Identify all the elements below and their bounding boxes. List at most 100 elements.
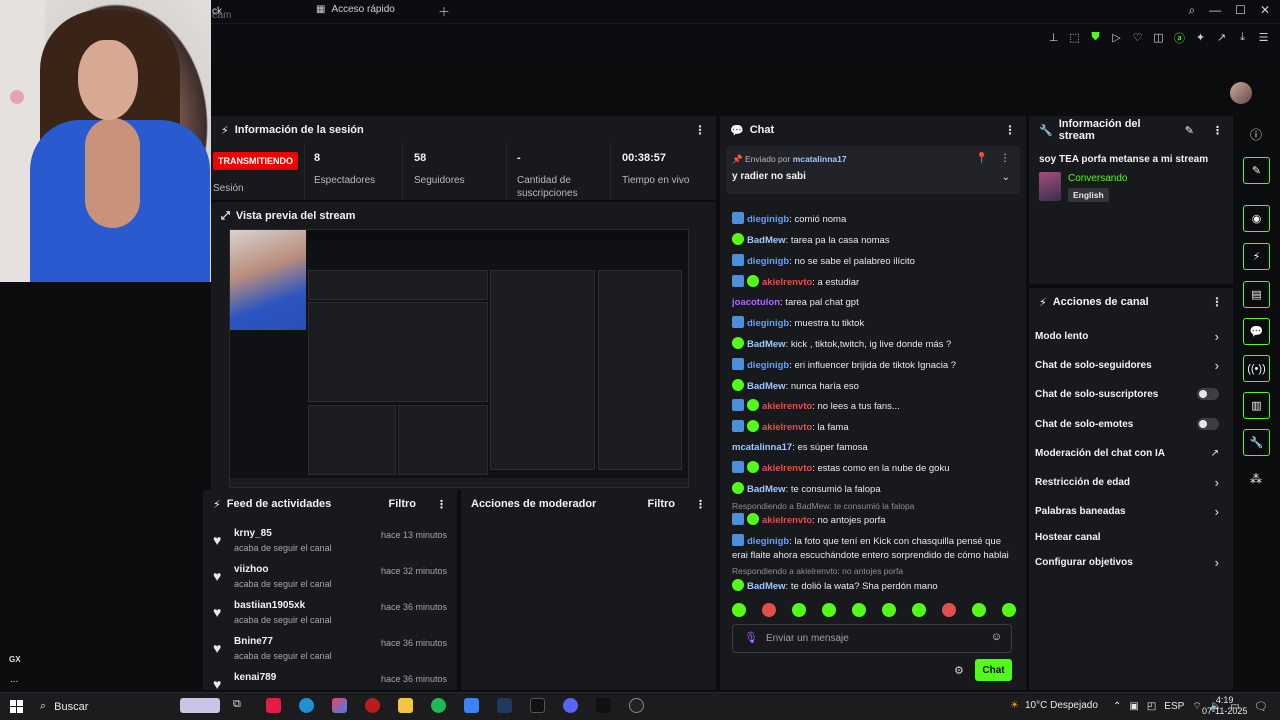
opera-gx-app-icon[interactable] bbox=[266, 698, 281, 713]
kebab-icon[interactable]: ⋮ bbox=[1004, 123, 1016, 137]
windows-start-icon[interactable] bbox=[10, 700, 23, 713]
category-name[interactable]: Conversando bbox=[1068, 173, 1127, 184]
chat-username[interactable]: dieginigb bbox=[747, 256, 789, 267]
feed-filter-button[interactable]: Filtro bbox=[389, 498, 417, 510]
clock[interactable]: 4:19 07-11-2025 bbox=[1202, 695, 1247, 717]
emoji-icon[interactable]: ☺ bbox=[991, 631, 1002, 643]
chat-username[interactable]: BadMew bbox=[747, 235, 786, 246]
gx-logo[interactable]: GX bbox=[9, 655, 21, 664]
action-slow-mode[interactable]: Modo lento › bbox=[1035, 329, 1227, 344]
emote-icon[interactable] bbox=[732, 603, 746, 617]
menu-icon[interactable]: ☰ bbox=[1257, 31, 1270, 44]
chat-username[interactable]: BadMew bbox=[747, 484, 786, 495]
steam-app-icon[interactable] bbox=[497, 698, 512, 713]
wifi-icon[interactable]: ⌔ bbox=[1192, 700, 1201, 713]
camera-icon[interactable]: ◉ bbox=[1243, 205, 1270, 232]
minimize-icon[interactable]: — bbox=[1209, 3, 1221, 18]
spotify-app-icon[interactable] bbox=[431, 698, 446, 713]
wrench-icon[interactable]: 🔧 bbox=[1243, 429, 1270, 456]
maximize-icon[interactable]: ☐ bbox=[1235, 3, 1246, 18]
task-view-icon[interactable]: ⧉ bbox=[233, 698, 248, 713]
address-text[interactable]: eam bbox=[212, 10, 231, 21]
chat-username[interactable]: akielrenvto bbox=[762, 463, 812, 474]
new-tab-button[interactable]: ＋ bbox=[438, 3, 450, 20]
action-ai-moderation[interactable]: Moderación del chat con IA ↗ bbox=[1035, 448, 1227, 459]
heart-icon[interactable]: ♡ bbox=[1131, 31, 1144, 44]
category-thumbnail[interactable] bbox=[1039, 172, 1061, 201]
opera-app-icon[interactable] bbox=[365, 698, 380, 713]
action-followers-only[interactable]: Chat de solo-seguidores › bbox=[1035, 358, 1227, 373]
unpin-icon[interactable]: 📍 bbox=[976, 153, 988, 164]
action-host-channel[interactable]: Hostear canal bbox=[1035, 532, 1227, 543]
chat-username[interactable]: mcatalinna17 bbox=[732, 442, 792, 453]
action-age-restriction[interactable]: Restricción de edad › bbox=[1035, 475, 1227, 490]
chat-username[interactable]: dieginigb bbox=[747, 214, 789, 225]
emote-icon[interactable] bbox=[762, 603, 776, 617]
kebab-icon[interactable]: ⋮ bbox=[695, 498, 706, 511]
share-icon[interactable]: ↗ bbox=[1215, 31, 1228, 44]
tray-app-icon[interactable]: ▣ bbox=[1129, 701, 1138, 712]
chat-username[interactable]: BadMew bbox=[747, 381, 786, 392]
notification-icon[interactable]: 🗨 bbox=[1254, 700, 1268, 713]
pinned-by-user[interactable]: mcatalinna17 bbox=[793, 154, 847, 164]
chat-input[interactable]: 🎙 Enviar un mensaje ☺ bbox=[732, 624, 1012, 653]
stream-preview-video[interactable] bbox=[229, 229, 689, 488]
chat-username[interactable]: BadMew bbox=[747, 339, 786, 350]
emote-icon[interactable] bbox=[822, 603, 836, 617]
edge-app-icon[interactable] bbox=[299, 698, 314, 713]
kebab-icon[interactable]: ⋮ bbox=[436, 498, 447, 511]
store-app-icon[interactable] bbox=[464, 698, 479, 713]
chat-username[interactable]: akielrenvto bbox=[762, 277, 812, 288]
follower-name[interactable]: krny_85 bbox=[234, 528, 272, 539]
layout-icon[interactable]: ▥ bbox=[1243, 392, 1270, 419]
extension-a-icon[interactable]: ⓐ bbox=[1173, 31, 1186, 45]
discord-app-icon[interactable] bbox=[563, 698, 578, 713]
weather-widget[interactable]: ☀ 10°C Despejado bbox=[1010, 700, 1098, 711]
epic-games-icon[interactable] bbox=[530, 698, 545, 713]
chat-username[interactable]: dieginigb bbox=[747, 360, 789, 371]
mod-filter-button[interactable]: Filtro bbox=[648, 498, 676, 510]
pip-icon[interactable]: ◫ bbox=[1152, 31, 1165, 44]
kebab-icon[interactable]: ⋮ bbox=[1211, 295, 1223, 309]
follower-name[interactable]: bastiian1905xk bbox=[234, 600, 305, 611]
chat-username[interactable]: akielrenvto bbox=[762, 515, 812, 526]
chat-username[interactable]: dieginigb bbox=[747, 536, 789, 547]
action-configure-goals[interactable]: Configurar objetivos › bbox=[1035, 555, 1227, 570]
emote-icon[interactable] bbox=[1002, 603, 1016, 617]
emote-icon[interactable] bbox=[912, 603, 926, 617]
chevron-down-icon[interactable]: ⌄ bbox=[1002, 172, 1010, 183]
emote-icon[interactable] bbox=[972, 603, 986, 617]
chat-username[interactable]: akielrenvto bbox=[762, 422, 812, 433]
pin-icon[interactable]: ⊥ bbox=[1047, 31, 1060, 44]
chat-username[interactable]: akielrenvto bbox=[762, 401, 812, 412]
download-icon[interactable]: ⤓ bbox=[1236, 31, 1249, 44]
network-icon[interactable]: ⁂ bbox=[1250, 472, 1262, 486]
kebab-icon[interactable]: ⋮ bbox=[1212, 124, 1223, 137]
avatar[interactable] bbox=[1230, 82, 1252, 104]
follower-name[interactable]: Bnine77 bbox=[234, 636, 273, 647]
more-icon[interactable]: ... bbox=[10, 674, 18, 685]
follower-name[interactable]: viizhoo bbox=[234, 564, 268, 575]
tiktok-app-icon[interactable] bbox=[596, 698, 611, 713]
chat-username[interactable]: joacotulon bbox=[732, 297, 780, 308]
emote-icon[interactable] bbox=[792, 603, 806, 617]
shield-icon[interactable]: ⛊ bbox=[1089, 31, 1102, 44]
broadcast-icon[interactable]: ((•)) bbox=[1243, 355, 1270, 382]
info-icon[interactable]: ⓘ bbox=[1250, 126, 1262, 143]
edit-icon[interactable]: ✎ bbox=[1185, 124, 1194, 137]
gear-icon[interactable]: ⚙ bbox=[954, 664, 964, 677]
emote-icon[interactable] bbox=[852, 603, 866, 617]
action-banned-words[interactable]: Palabras baneadas › bbox=[1035, 504, 1227, 519]
kebab-icon[interactable]: ⋮ bbox=[1000, 153, 1010, 164]
file-explorer-icon[interactable] bbox=[398, 698, 413, 713]
document-icon[interactable]: ▤ bbox=[1243, 281, 1270, 308]
edit-icon[interactable]: ✎ bbox=[1243, 157, 1270, 184]
obs-app-icon[interactable] bbox=[629, 698, 644, 713]
search-icon[interactable]: ⌕ bbox=[1188, 3, 1195, 18]
bolt-icon[interactable]: ⚡ bbox=[1243, 243, 1270, 270]
chat-icon[interactable]: 💬 bbox=[1243, 318, 1270, 345]
send-chat-button[interactable]: Chat bbox=[975, 659, 1012, 681]
tab-quick-access[interactable]: ▦ Acceso rápido bbox=[316, 4, 395, 15]
chat-username[interactable]: dieginigb bbox=[747, 318, 789, 329]
screenshot-icon[interactable]: ⬚ bbox=[1068, 31, 1081, 44]
